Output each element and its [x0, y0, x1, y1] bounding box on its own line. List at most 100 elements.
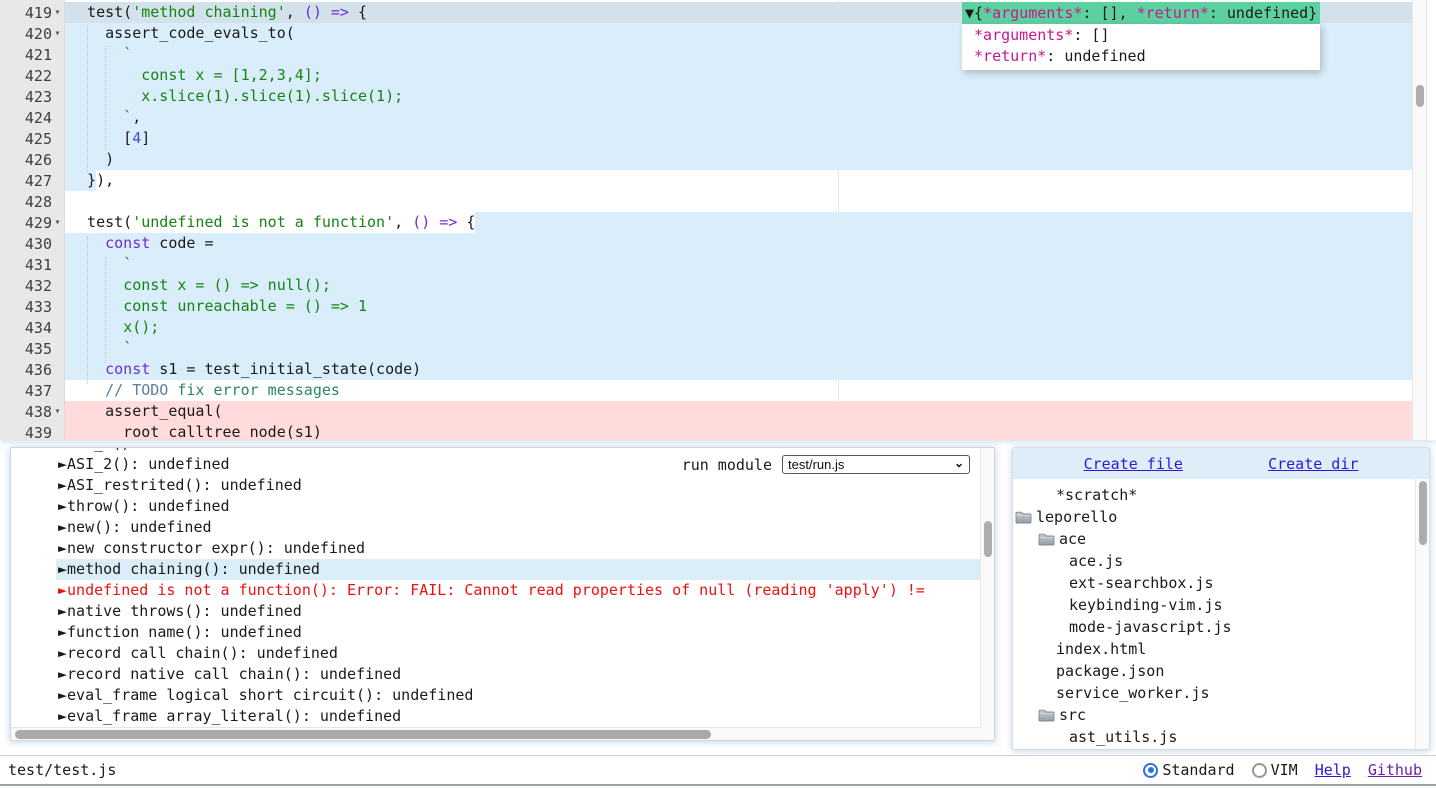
editor-line[interactable]: [4] — [0, 128, 1412, 149]
gutter-line: 437 — [0, 380, 64, 401]
line-number: 433 — [25, 298, 52, 316]
fold-arrow-icon[interactable]: ▾ — [52, 217, 63, 228]
gutter-line: 435 — [0, 338, 64, 359]
editor-scrollbar-thumb[interactable] — [1416, 85, 1424, 107]
editor-line[interactable]: ` — [0, 338, 1412, 359]
line-number: 438 — [25, 403, 52, 421]
editor-line[interactable]: ` — [0, 254, 1412, 275]
fold-arrow-icon[interactable]: ▾ — [52, 7, 63, 18]
test-result-row[interactable]: ►record native call chain(): undefined — [11, 664, 980, 685]
editor-line[interactable]: x.slice(1).slice(1).slice(1); — [0, 86, 1412, 107]
file-tree-header: Create file Create dir — [1013, 448, 1429, 479]
test-result-row[interactable]: ►throw(): undefined — [11, 496, 980, 517]
test-result-row[interactable]: ►undefined is not a function(): Error: F… — [11, 580, 980, 601]
test-result-row[interactable]: ►native throws(): undefined — [11, 601, 980, 622]
line-number: 431 — [25, 256, 52, 274]
file-tree-label: ace — [1059, 530, 1086, 548]
editor-line[interactable]: const s1 = test_initial_state(code) — [0, 359, 1412, 380]
gutter-line: 419▾ — [0, 2, 64, 23]
editor-line[interactable] — [0, 191, 1412, 212]
editor-line[interactable]: assert_equal( — [0, 401, 1412, 422]
file-tree-folder[interactable]: leporello — [1013, 506, 1415, 528]
results-vertical-scrollbar[interactable] — [980, 448, 994, 727]
editor-line-text: test('undefined is not a function', () =… — [69, 212, 475, 233]
create-dir-link[interactable]: Create dir — [1268, 455, 1358, 473]
gutter-line: 420▾ — [0, 23, 64, 44]
file-tree-folder[interactable]: ace — [1013, 528, 1415, 550]
test-result-row[interactable]: ►function name(): undefined — [11, 622, 980, 643]
editor-line[interactable]: x(); — [0, 317, 1412, 338]
line-number: 428 — [25, 193, 52, 211]
editor-line[interactable]: const x = () => null(); — [0, 275, 1412, 296]
run-module-control: run module test/run.js ⌄ — [682, 455, 970, 474]
gutter-line: 424 — [0, 107, 64, 128]
value-tooltip-entry[interactable]: *return*: undefined — [965, 46, 1314, 67]
editor-line[interactable]: const code = — [0, 233, 1412, 254]
indent-guide — [87, 236, 88, 384]
help-link[interactable]: Help — [1315, 761, 1351, 779]
editor-gutter: 419▾420▾421422423424425426427428429▾4304… — [0, 0, 65, 440]
status-bar: test/test.js Standard VIM Help Github — [0, 755, 1436, 786]
create-file-link[interactable]: Create file — [1084, 455, 1183, 473]
file-tree-file[interactable]: index.html — [1013, 638, 1415, 660]
editor-line[interactable]: }), — [0, 170, 1412, 191]
file-tree-folder[interactable]: src — [1013, 704, 1415, 726]
radio-selected-icon[interactable] — [1143, 763, 1158, 778]
editor-line-text: ` — [69, 254, 132, 275]
test-result-row[interactable]: ►record call chain(): undefined — [11, 643, 980, 664]
editor-line[interactable]: test('undefined is not a function', () =… — [0, 212, 1412, 233]
results-hscrollbar-thumb[interactable] — [15, 730, 711, 739]
folder-icon — [1038, 708, 1055, 722]
file-tree-file[interactable]: service_worker.js — [1013, 682, 1415, 704]
file-tree-scrollbar[interactable] — [1415, 479, 1429, 749]
test-result-row[interactable]: ►eval_frame logical short circuit(): und… — [11, 685, 980, 706]
editor-line-text: x.slice(1).slice(1).slice(1); — [69, 86, 403, 107]
test-result-row[interactable]: ►method chaining(): undefined — [11, 559, 980, 580]
editor-line[interactable]: `, — [0, 107, 1412, 128]
editor-vertical-scrollbar[interactable] — [1412, 0, 1427, 440]
status-bar-right: Standard VIM Help Github — [1143, 761, 1422, 779]
fold-arrow-icon[interactable]: ▾ — [52, 406, 63, 417]
editor-line[interactable]: ) — [0, 149, 1412, 170]
test-result-row[interactable]: ►ASI_restrited(): undefined — [11, 475, 980, 496]
radio-unselected-icon[interactable] — [1252, 763, 1267, 778]
editor-line[interactable]: // TODO fix error messages — [0, 380, 1412, 401]
results-vscrollbar-thumb[interactable] — [984, 521, 992, 557]
gutter-line: 422 — [0, 65, 64, 86]
file-tree-file[interactable]: *scratch* — [1013, 484, 1415, 506]
value-tooltip-header[interactable]: ▼{*arguments*: [], *return*: undefined} — [962, 2, 1320, 24]
test-result-row[interactable]: ►eval_frame array_literal(): undefined — [11, 706, 980, 727]
file-tree-file[interactable]: keybinding-vim.js — [1013, 594, 1415, 616]
keybinding-standard-option[interactable]: Standard — [1143, 761, 1234, 779]
line-number: 424 — [25, 109, 52, 127]
file-tree-label: ext-searchbox.js — [1069, 574, 1214, 592]
gutter-line: 427 — [0, 170, 64, 191]
file-tree-file[interactable]: ace.js — [1013, 550, 1415, 572]
editor-line-text: [4] — [69, 128, 150, 149]
results-horizontal-scrollbar[interactable] — [11, 727, 980, 740]
keybinding-vim-option[interactable]: VIM — [1252, 761, 1298, 779]
test-result-row[interactable]: ►new constructor expr(): undefined — [11, 538, 980, 559]
file-tree-label: service_worker.js — [1056, 684, 1210, 702]
editor-line[interactable]: const unreachable = () => 1 — [0, 296, 1412, 317]
value-tooltip-entry[interactable]: *arguments*: [] — [965, 25, 1314, 46]
fold-arrow-icon[interactable]: ▾ — [52, 28, 63, 39]
test-results-list: ►ASI_1(): undefined►ASI_2(): undefined►A… — [11, 447, 980, 727]
gutter-line: 426 — [0, 149, 64, 170]
editor-line[interactable]: root_calltree_node(s1) — [0, 422, 1412, 440]
editor-line-text: x(); — [69, 317, 159, 338]
test-result-row[interactable]: ►new(): undefined — [11, 517, 980, 538]
file-tree-scrollbar-thumb[interactable] — [1419, 481, 1427, 545]
file-tree-file[interactable]: ext-searchbox.js — [1013, 572, 1415, 594]
run-module-select[interactable]: test/run.js ⌄ — [782, 455, 970, 474]
test-result-row[interactable]: ►ASI_1(): undefined — [11, 447, 980, 454]
file-tree-list: *scratch* leporello ace ace.js ext-searchb… — [1013, 484, 1415, 747]
value-tooltip: ▼{*arguments*: [], *return*: undefined} … — [962, 2, 1320, 70]
github-link[interactable]: Github — [1368, 761, 1422, 779]
code-editor[interactable]: test('method chaining', () => { assert_c… — [0, 0, 1436, 440]
file-tree-file[interactable]: package.json — [1013, 660, 1415, 682]
gutter-line: 431 — [0, 254, 64, 275]
editor-line-text: ` — [69, 338, 132, 359]
file-tree-file[interactable]: mode-javascript.js — [1013, 616, 1415, 638]
file-tree-file[interactable]: ast_utils.js — [1013, 726, 1415, 747]
